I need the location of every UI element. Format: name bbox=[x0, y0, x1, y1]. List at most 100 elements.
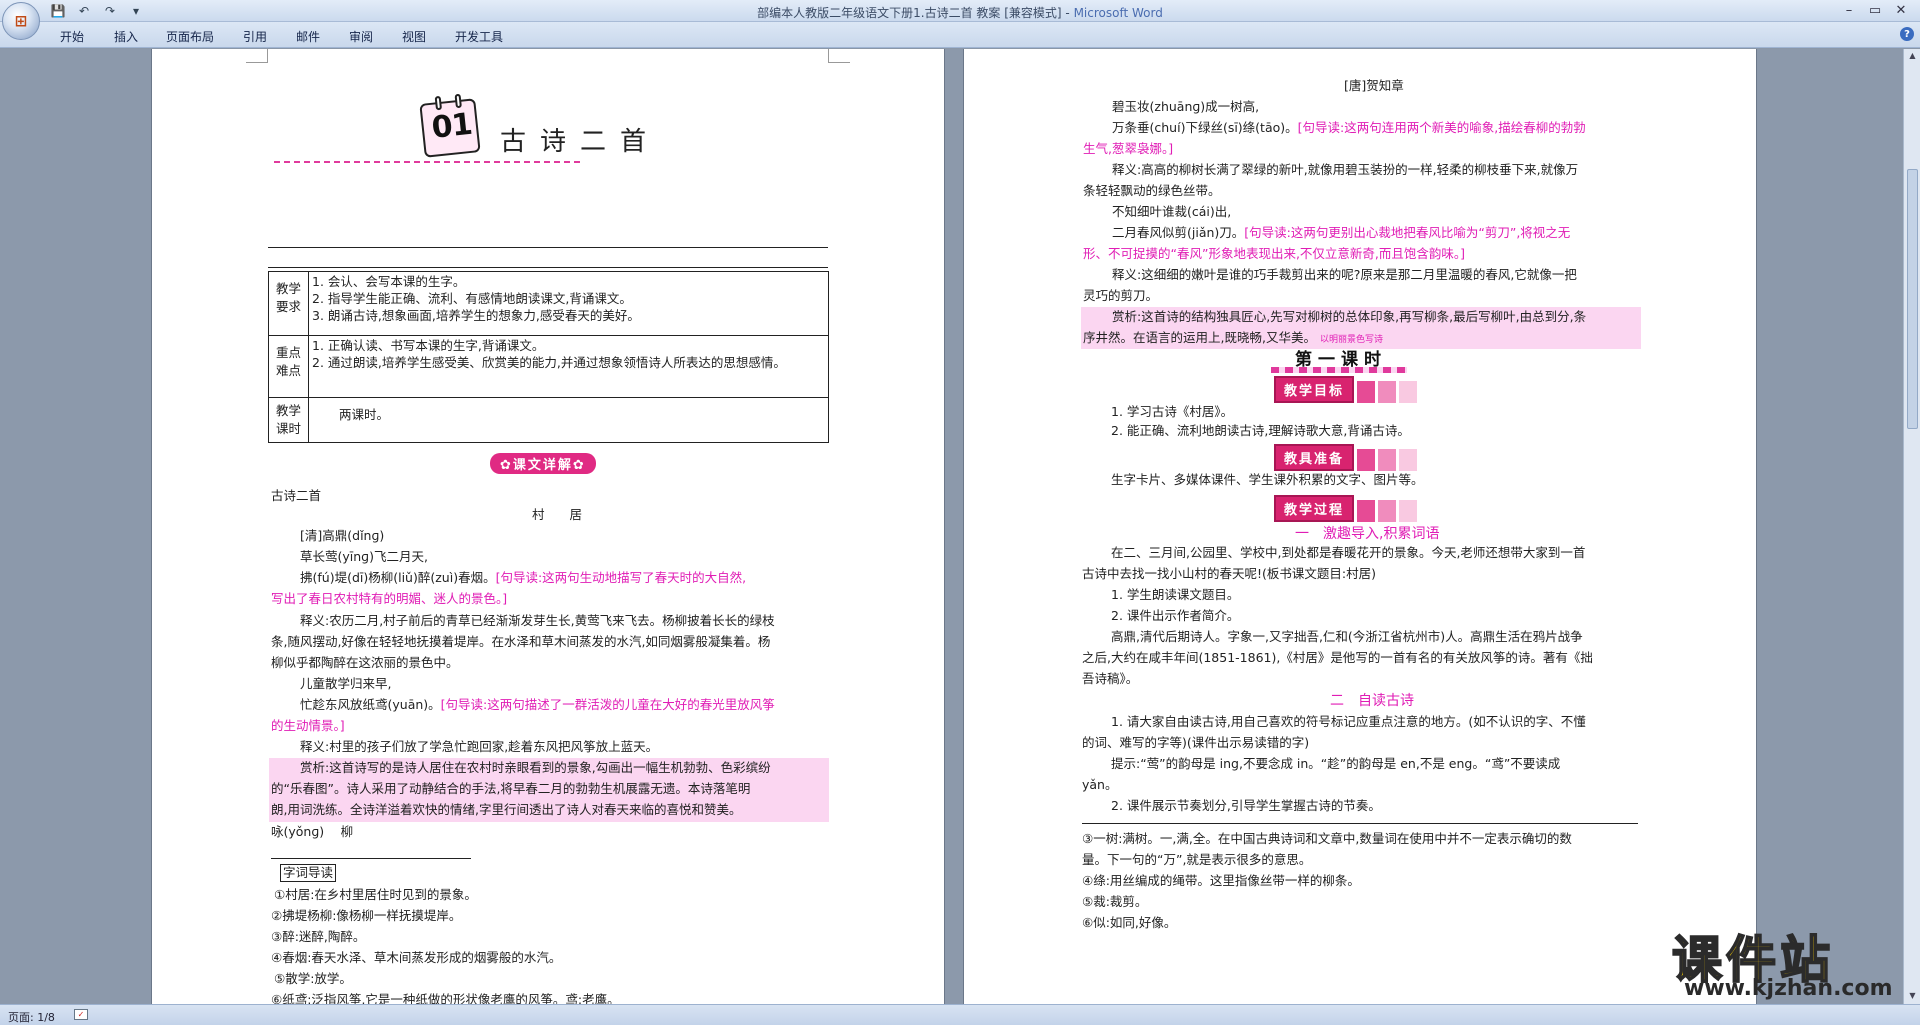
document-title: 部编本人教版二年级语文下册1.古诗二首 教案 [兼容模式] - bbox=[757, 6, 1074, 20]
tab-view[interactable]: 视图 bbox=[402, 28, 426, 45]
tools-badge: 教具准备 bbox=[1274, 444, 1418, 471]
text-line: 的“乐春图”。诗人采用了动静结合的手法,将早春二月的勃勃生机展露无遗。本诗落笔明 bbox=[271, 781, 751, 796]
reading-guide: [句导读:这两句生动地描写了春天时的大自然, bbox=[495, 570, 747, 585]
poem-line: 万条垂(chuí)下绿丝(sī)绦(tāo)。[句导读:这两句连用两个新美的喻象… bbox=[1112, 119, 1586, 137]
decor-square bbox=[1357, 499, 1376, 522]
footnote-rule bbox=[1082, 823, 1638, 824]
text-line: 赏析:这首诗写的是诗人居住在农村时亲眼看到的景象,勾画出一幅生机勃勃、色彩缤纷 bbox=[300, 760, 771, 775]
scrollbar-thumb[interactable] bbox=[1907, 169, 1918, 429]
margin-corner bbox=[246, 49, 268, 63]
footnote: ④绦:用丝编成的绳带。这里指像丝带一样的柳条。 bbox=[1082, 873, 1360, 888]
lesson-number: 01 bbox=[430, 106, 474, 146]
reading-guide: [句导读:这两句连用两个新美的喻象,描绘春柳的勃勃 bbox=[1297, 120, 1586, 135]
close-icon[interactable]: ✕ bbox=[1888, 0, 1914, 20]
text-line: 释义:这细细的嫩叶是谁的巧手裁剪出来的呢?原来是那二月里温暖的春风,它就像一把 bbox=[1112, 267, 1577, 282]
reading-guide: 的生动情景。] bbox=[271, 718, 345, 733]
site-watermark: 课件站 www.kjzhan.com bbox=[1670, 920, 1910, 1002]
scroll-up-icon[interactable]: ▲ bbox=[1907, 51, 1918, 62]
poem-line: 忙趁东风放纸鸢(yuān)。[句导读:这两句描述了一群活泼的儿童在大好的春光里放… bbox=[300, 696, 775, 714]
title-bar: 💾 ↶ ↷ ▾ 部编本人教版二年级语文下册1.古诗二首 教案 [兼容模式] - … bbox=[0, 0, 1920, 22]
section-badge-text: ✿课文详解✿ bbox=[490, 453, 596, 474]
tab-home[interactable]: 开始 bbox=[60, 28, 84, 45]
maximize-icon[interactable]: ▭ bbox=[1862, 0, 1888, 20]
decor-square bbox=[1399, 499, 1418, 522]
row-label: 重点难点 bbox=[268, 335, 309, 398]
table-item: 1. 会认、会写本课的生字。 bbox=[312, 274, 466, 289]
poem-author: [清]高鼎(dǐnɡ) bbox=[300, 528, 385, 543]
table-item: 1. 正确认读、书写本课的生字,背诵课文。 bbox=[312, 338, 545, 353]
poem-line: 拂(fú)堤(dī)杨柳(liǔ)醉(zuì)春烟。[句导读:这两句生动地描写了… bbox=[300, 569, 746, 587]
tab-mailings[interactable]: 邮件 bbox=[296, 28, 320, 45]
window-controls: – ▭ ✕ bbox=[1836, 0, 1914, 20]
poem-text: 二月春风似剪(jiǎn)刀。 bbox=[1112, 225, 1245, 240]
decor-stripe bbox=[1271, 367, 1407, 373]
text-line: 古诗二首 bbox=[271, 488, 322, 503]
text-line: 2. 课件展示节奏划分,引导学生掌握古诗的节奏。 bbox=[1111, 798, 1381, 813]
margin-corner bbox=[828, 49, 850, 63]
text-line: 高鼎,清代后期诗人。字象一,又字拙吾,仁和(今浙江省杭州市)人。高鼎生活在鸦片战… bbox=[1111, 629, 1583, 644]
text-line: 2. 课件出示作者简介。 bbox=[1111, 608, 1240, 623]
footnote: ②拂堤杨柳:像杨柳一样抚摸堤岸。 bbox=[271, 908, 462, 923]
status-bar: 页面: 1/8 ✓ bbox=[0, 1004, 1920, 1025]
text-line: 条,随风摆动,好像在轻轻地抚摸着堤岸。在水泽和草木间蒸发的水汽,如同烟雾般凝集着… bbox=[271, 634, 771, 649]
page-indicator[interactable]: 页面: 1/8 bbox=[8, 1009, 55, 1025]
table-item: 2. 指导学生能正确、流利、有感情地朗读课文,背诵课文。 bbox=[312, 291, 632, 306]
poem-line: 草长莺(yīnɡ)飞二月天, bbox=[300, 549, 428, 564]
table-top-rule bbox=[268, 267, 828, 268]
text-line: 之后,大约在咸丰年间(1851-1861),《村居》是他写的一首有名的有关放风筝… bbox=[1082, 650, 1593, 665]
footnote: ⑤裁:裁剪。 bbox=[1082, 894, 1148, 909]
row-label-text: 教学要求 bbox=[275, 281, 301, 314]
reading-guide: 写出了春日农村特有的明媚、迷人的景色。] bbox=[271, 591, 508, 606]
office-button[interactable]: ⊞ bbox=[2, 2, 40, 40]
proofing-icon[interactable]: ✓ bbox=[74, 1009, 88, 1020]
tab-references[interactable]: 引用 bbox=[243, 28, 267, 45]
text-line-main: 序井然。在语言的运用上,既晓畅,又华美。 bbox=[1083, 330, 1316, 345]
text-line: 提示:“莺”的韵母是 ing,不要念成 in。“趁”的韵母是 en,不是 eng… bbox=[1111, 756, 1561, 771]
minimize-icon[interactable]: – bbox=[1836, 0, 1862, 20]
table-row: 教学课时 两课时。 bbox=[268, 397, 829, 443]
row-content: 两课时。 bbox=[308, 397, 829, 443]
tab-developer[interactable]: 开发工具 bbox=[455, 28, 503, 45]
text-line: 朗,用词洗练。全诗洋溢着欢快的情绪,字里行间透出了诗人对春天来临的喜悦和赞美。 bbox=[271, 802, 742, 817]
poem-line: 儿童散学归来早, bbox=[300, 676, 392, 691]
footnote: ③醉:迷醉,陶醉。 bbox=[271, 929, 366, 944]
vertical-scrollbar[interactable]: ▲ ▼ bbox=[1903, 49, 1920, 1004]
decor-square bbox=[1399, 380, 1418, 403]
poem-title: 咏(yǒnɡ) 柳 bbox=[271, 824, 354, 839]
row-content: 1. 会认、会写本课的生字。 2. 指导学生能正确、流利、有感情地朗读课文,背诵… bbox=[308, 271, 829, 336]
decor-square bbox=[1378, 448, 1397, 471]
tab-review[interactable]: 审阅 bbox=[349, 28, 373, 45]
watermark-url: www.kjzhan.com bbox=[1684, 976, 1893, 1001]
table-item: 两课时。 bbox=[339, 407, 390, 422]
poem-line: 碧玉妆(zhuānɡ)成一树高, bbox=[1112, 99, 1260, 114]
text-line: 释义:村里的孩子们放了学急忙跑回家,趁着东风把风筝放上蓝天。 bbox=[300, 739, 659, 754]
tab-insert[interactable]: 插入 bbox=[114, 28, 138, 45]
badge-text: 教学过程 bbox=[1274, 495, 1355, 522]
row-content: 1. 正确认读、书写本课的生字,背诵课文。 2. 通过朗读,培养学生感受美、欣赏… bbox=[308, 335, 829, 398]
table-top-rule bbox=[268, 247, 828, 248]
tab-page-layout[interactable]: 页面布局 bbox=[166, 28, 214, 45]
row-label: 教学要求 bbox=[268, 271, 309, 336]
table-item: 3. 朗诵古诗,想象画面,培养学生的想象力,感受春天的美好。 bbox=[312, 308, 640, 323]
app-name: Microsoft Word bbox=[1073, 6, 1163, 20]
text-line: 1. 学习古诗《村居》。 bbox=[1111, 404, 1234, 419]
row-label-text: 教学课时 bbox=[275, 403, 301, 436]
decor-square bbox=[1378, 380, 1397, 403]
requirements-table: 教学要求 1. 会认、会写本课的生字。 2. 指导学生能正确、流利、有感情地朗读… bbox=[268, 271, 829, 443]
poem-text: 忙趁东风放纸鸢(yuān)。 bbox=[300, 697, 441, 712]
text-line: 在二、三月间,公园里、学校中,到处都是春暖花开的景象。今天,老师还想带大家到一首 bbox=[1111, 545, 1586, 560]
badge-text: 教学目标 bbox=[1274, 376, 1355, 403]
document-workspace: 01 古诗二首 教学要求 1. 会认、会写本课的生字。 2. 指导学生能正确、流… bbox=[0, 49, 1903, 1004]
help-icon[interactable]: ? bbox=[1900, 27, 1914, 41]
text-line: 吾诗稿》。 bbox=[1082, 671, 1139, 686]
reading-guide: 生气,葱翠袅娜。] bbox=[1083, 141, 1174, 156]
lesson-title: 古诗二首 bbox=[500, 127, 661, 157]
decor-square bbox=[1399, 448, 1418, 471]
footnote: ④春烟:春天水泽、草木间蒸发形成的烟雾般的水汽。 bbox=[271, 950, 562, 965]
text-line: 灵巧的剪刀。 bbox=[1083, 288, 1159, 303]
goal-badge: 教学目标 bbox=[1274, 376, 1418, 403]
title-underline bbox=[274, 161, 580, 163]
page-left: 01 古诗二首 教学要求 1. 会认、会写本课的生字。 2. 指导学生能正确、流… bbox=[151, 49, 945, 1004]
badge-text: 教具准备 bbox=[1274, 444, 1355, 471]
section-badge: ✿课文详解✿ bbox=[490, 453, 596, 474]
